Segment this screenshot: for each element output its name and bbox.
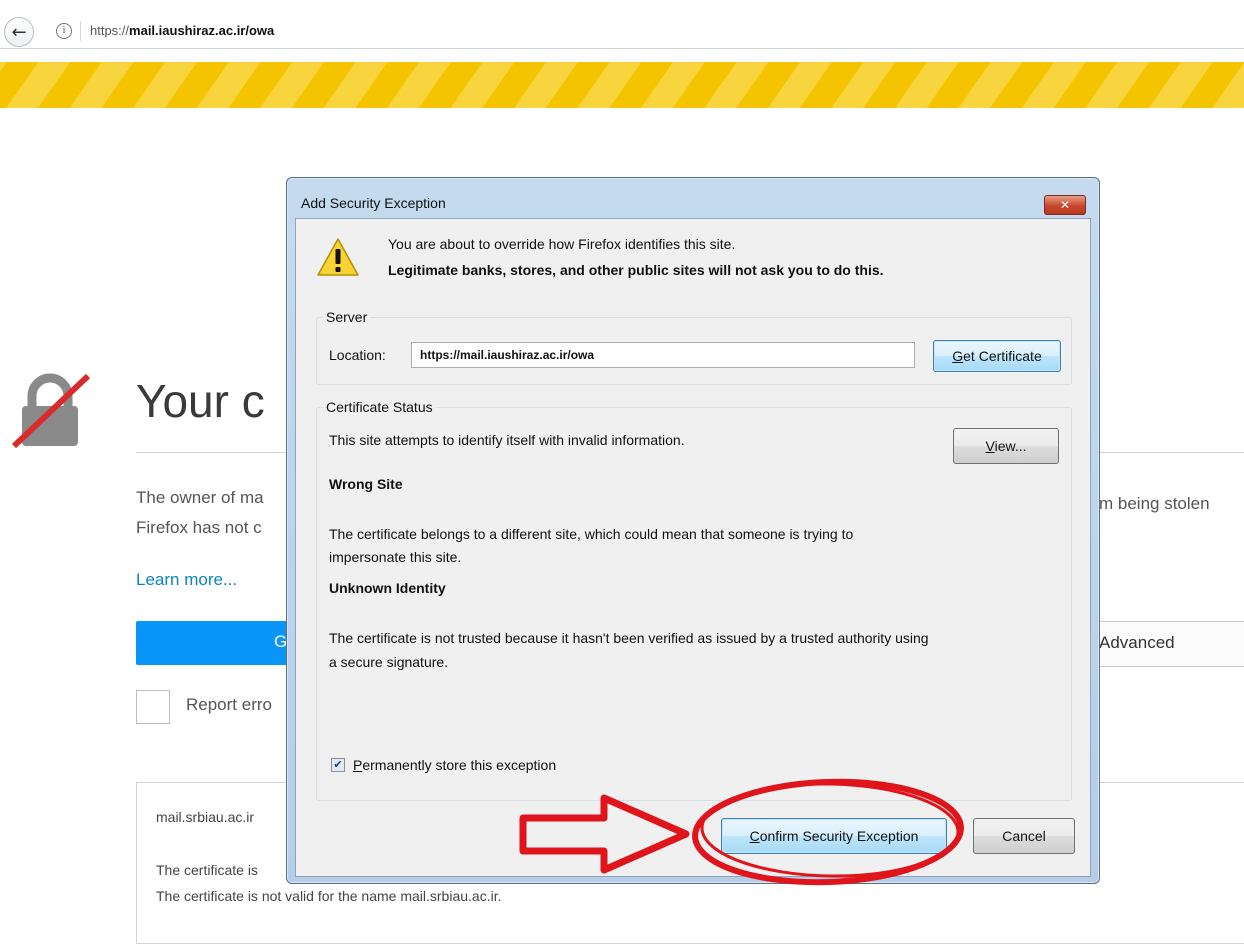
server-legend: Server — [323, 309, 371, 325]
browser-tabstrip — [0, 0, 1244, 15]
wrong-site-line2: impersonate this site. — [329, 549, 462, 565]
location-label: Location: — [329, 347, 386, 363]
get-certificate-accesskey: G — [952, 348, 964, 364]
broken-lock-icon — [11, 373, 90, 449]
advanced-label: Advanced — [1099, 633, 1175, 652]
close-icon: ✕ — [1059, 198, 1071, 212]
unknown-identity-heading: Unknown Identity — [329, 580, 446, 596]
dialog-body: You are about to override how Firefox id… — [295, 218, 1091, 877]
url-host: mail.iaushiraz.ac.ir/owa — [129, 23, 275, 38]
error-description-line2: Firefox has not c — [136, 518, 262, 537]
unknown-identity-line2: a secure signature. — [329, 654, 449, 670]
warning-message: You are about to override how Firefox id… — [388, 236, 736, 252]
get-certificate-label: et Certificate — [963, 348, 1042, 364]
confirm-label: onfirm Security Exception — [759, 828, 919, 844]
unknown-identity-line1: The certificate is not trusted because i… — [329, 630, 929, 646]
warning-message-bold: Legitimate banks, stores, and other publ… — [388, 262, 884, 278]
warning-stripe-banner — [0, 62, 1244, 108]
confirm-accesskey: C — [749, 828, 760, 844]
server-group: Server Location: https://mail.iaushiraz.… — [316, 309, 1072, 385]
permanent-store-checkbox[interactable]: ✔ — [331, 758, 345, 772]
certificate-status-legend: Certificate Status — [323, 399, 436, 415]
learn-more-link[interactable]: Learn more... — [136, 570, 237, 590]
back-arrow-icon: ← — [11, 21, 27, 43]
permanent-accesskey: P — [353, 757, 363, 773]
dialog-title: Add Security Exception — [301, 195, 446, 211]
cancel-label: Cancel — [1002, 828, 1046, 844]
error-details-line2: The certificate is not valid for the nam… — [156, 888, 502, 904]
error-description-line1: The owner of ma — [136, 488, 264, 507]
url-text[interactable]: https://mail.iaushiraz.ac.ir/owa — [90, 23, 274, 38]
back-button[interactable]: ← — [4, 17, 34, 47]
cancel-button[interactable]: Cancel — [973, 818, 1075, 854]
close-button[interactable]: ✕ — [1044, 195, 1086, 215]
view-label: iew... — [994, 438, 1027, 454]
address-bar[interactable]: ← i https://mail.iaushiraz.ac.ir/owa — [0, 14, 1244, 49]
view-accesskey: V — [985, 438, 995, 454]
error-description-tail: m being stolen — [1099, 494, 1210, 513]
error-details-line1: The certificate is — [156, 862, 258, 878]
location-input[interactable]: https://mail.iaushiraz.ac.ir/owa — [411, 342, 915, 368]
url-separator — [80, 21, 81, 41]
confirm-security-exception-button[interactable]: Confirm Security Exception — [721, 818, 947, 854]
warning-icon — [317, 238, 359, 276]
add-security-exception-dialog: Add Security Exception ✕ You are about t… — [286, 177, 1100, 884]
certificate-status-group: Certificate Status This site attempts to… — [316, 399, 1072, 801]
get-certificate-button[interactable]: Get Certificate — [933, 340, 1061, 372]
report-errors-checkbox[interactable] — [136, 690, 170, 724]
wrong-site-line1: The certificate belongs to a different s… — [329, 526, 854, 542]
error-details-host: mail.srbiau.ac.ir — [156, 809, 255, 825]
url-scheme: https:// — [90, 23, 130, 38]
page-title: Your c — [136, 375, 265, 427]
permanent-store-label[interactable]: Permanently store this exception — [353, 757, 556, 773]
wrong-site-heading: Wrong Site — [329, 476, 403, 492]
go-back-button[interactable]: G — [136, 621, 296, 665]
site-info-icon[interactable]: i — [56, 23, 72, 39]
view-certificate-button[interactable]: View... — [953, 428, 1059, 464]
report-errors-label: Report erro — [186, 695, 272, 714]
status-intro: This site attempts to identify itself wi… — [329, 432, 685, 448]
permanent-label-text: ermanently store this exception — [362, 757, 557, 773]
